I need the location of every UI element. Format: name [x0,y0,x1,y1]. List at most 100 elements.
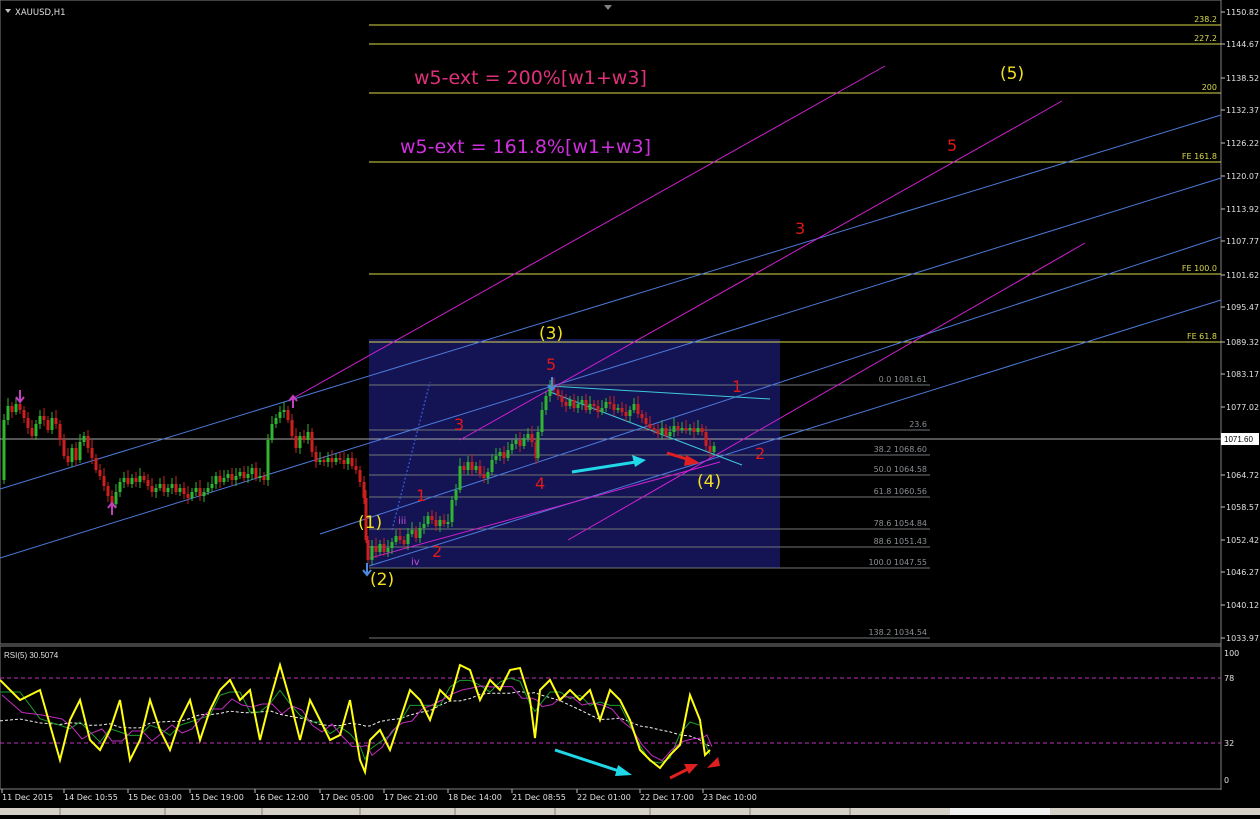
time-tick-label: 21 Dec 08:55 [512,793,566,802]
candle-body [342,460,346,464]
price-tick-label: 1132.37 [1226,106,1259,115]
candle-body [506,450,510,458]
symbol-label: XAUUSD,H1 [15,8,66,18]
wave-label-red-1-mid: 1 [416,486,426,505]
fib-label-fe61: FE 61.8 [1187,332,1217,341]
price-tick-label: 1033.97 [1226,634,1259,643]
price-tick-label: 1083.17 [1226,370,1259,379]
candle-body [162,484,166,492]
candle-body [640,414,644,418]
wave-label-red-5-top: 5 [947,136,957,155]
wave-label-red-1-right: 1 [732,377,742,396]
candle-body [564,402,568,406]
candle-body [310,432,314,452]
candle-body [712,446,716,452]
candle-body [94,458,98,470]
mt4-chart-window[interactable]: XAUUSD,H1 238.2 227.2 200 FE 161.8 FE 10… [0,0,1260,815]
candle-body [174,484,178,492]
rsi-axis-0: 0 [1224,776,1229,785]
candle-body [314,452,318,462]
candle-body [696,428,700,432]
fib-label-fe100: FE 100.0 [1182,264,1217,273]
candle-body [154,488,158,492]
candle-body [584,400,588,410]
candle-body [58,424,62,440]
candle-body [242,472,246,478]
candle-body [636,404,640,414]
candle-body [90,448,94,458]
active-tab[interactable] [950,808,1050,815]
candle-body [82,436,86,442]
candle-body [126,478,130,484]
price-tick-label: 1046.27 [1226,568,1259,577]
time-tick-label: 23 Dec 10:00 [703,793,757,802]
candle-body [526,434,530,438]
time-axis: 11 Dec 2015 14 Dec 10:55 15 Dec 03:00 15 De… [1,789,757,802]
candle-body [334,458,338,462]
candle-body [394,536,398,542]
candle-body [600,408,604,412]
candle-body [294,436,298,448]
candle-body [186,494,190,498]
candle-body [222,478,226,482]
time-tick-label: 15 Dec 19:00 [190,793,244,802]
candle-body [454,490,458,500]
candle-body [692,428,696,432]
candle-body [680,428,684,430]
price-tick-label: 1126.22 [1226,139,1259,148]
wave-label-3-primary: (3) [539,324,563,344]
candle-body [644,418,648,424]
candle-body [624,412,628,416]
candle-body [318,460,322,462]
candle-body [246,474,250,478]
retr-label-886: 88.6 1051.43 [874,537,927,546]
tab-bar[interactable] [0,808,1260,815]
candle-body [370,546,374,560]
candle-body [26,418,30,428]
fib-label-200: 200 [1202,83,1217,92]
candle-body [22,410,26,418]
candle-body [402,540,406,544]
candle-body [378,544,382,552]
candle-body [138,476,142,482]
candle-body [514,440,518,444]
candle-body [596,406,600,412]
time-tick-label: 17 Dec 21:00 [384,793,438,802]
time-tick-label: 16 Dec 12:00 [255,793,309,802]
wave-label-5-primary: (5) [1000,64,1024,84]
candle-body [410,530,414,534]
candle-body [86,436,90,448]
rsi-title: RSI(5) 30.5074 [4,651,59,660]
candle-body [462,466,466,470]
rsi-axis-78: 78 [1224,674,1234,683]
candle-body [262,476,266,480]
candle-body [522,438,526,446]
wave-label-2-primary: (2) [370,570,394,590]
price-tick-label: 1150.82 [1226,8,1259,17]
candle-body [612,404,616,410]
candle-body [46,420,50,430]
candle-body [354,466,358,470]
candle-body [10,406,14,412]
candle-body [130,478,134,484]
candle-body [560,396,564,402]
candle-body [390,542,394,548]
candle-body [70,448,74,462]
candle-body [290,420,294,436]
candle-body [6,406,10,420]
candle-body [620,408,624,412]
candle-body [474,466,478,470]
candle-body [182,488,186,494]
candle-body [298,436,302,448]
candle-body [418,528,422,538]
candle-body [616,408,620,410]
candle-body [664,428,668,436]
candle-body [366,540,370,560]
candle-body [660,428,664,434]
candle-body [74,448,78,460]
time-tick-label: 15 Dec 03:00 [128,793,182,802]
retr-label-618: 61.8 1060.56 [874,487,927,496]
fib-label-fe161: FE 161.8 [1182,152,1217,161]
time-tick-label: 22 Dec 01:00 [577,793,631,802]
candle-body [142,476,146,480]
